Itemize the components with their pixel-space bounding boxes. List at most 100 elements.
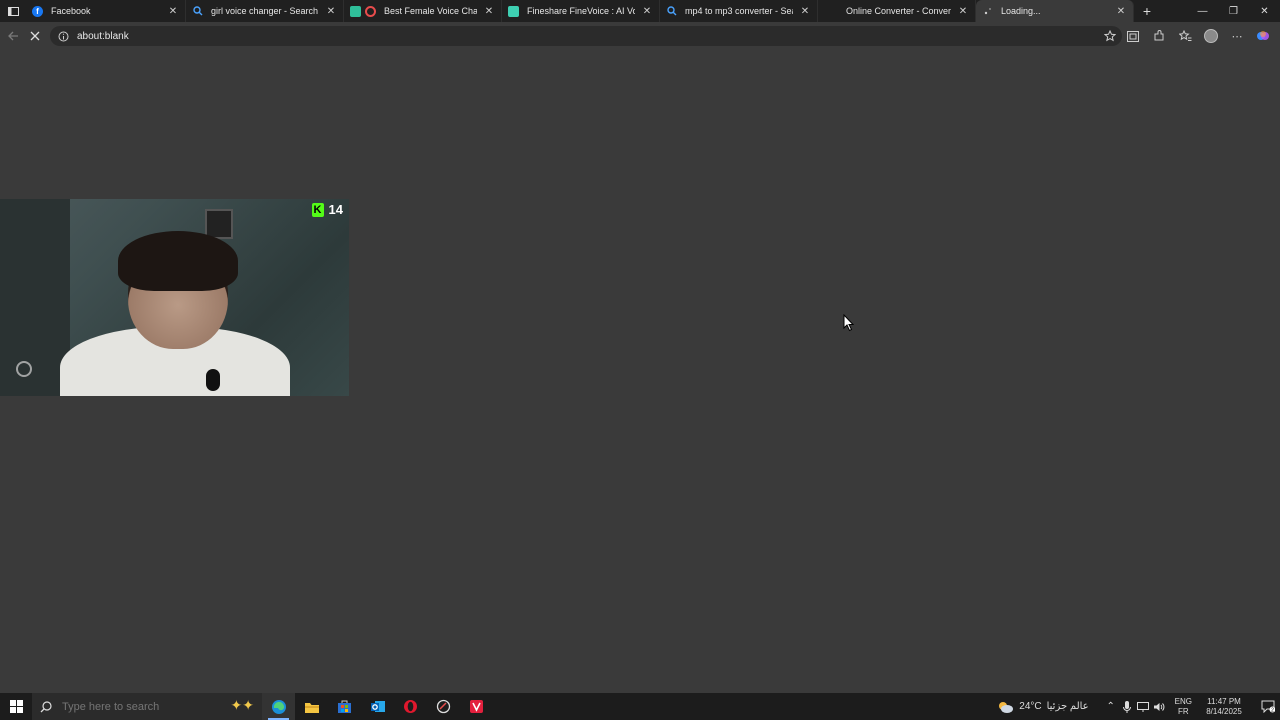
watermark-logo-icon [16, 361, 32, 377]
profile-button[interactable] [1200, 25, 1222, 47]
puzzle-icon [1154, 30, 1164, 41]
avatar [1204, 29, 1218, 43]
tab-girl-voice-search[interactable]: girl voice changer - Search ✕ [186, 0, 344, 22]
close-icon[interactable]: ✕ [167, 5, 179, 17]
app-icon [436, 699, 451, 714]
person-hair [118, 231, 238, 291]
search-icon [192, 6, 203, 17]
volume-tray[interactable] [1151, 693, 1167, 720]
tab-title: Loading... [1001, 6, 1041, 16]
facebook-icon: f [32, 5, 43, 17]
system-tray: 24°C عالم جزئيا ⌃ ENG FR 11:47 PM 8/14/2… [996, 693, 1280, 720]
taskbar-app-red[interactable] [460, 693, 493, 720]
copilot-button[interactable] [1252, 25, 1274, 47]
favorites-icon [1178, 30, 1191, 41]
tab-online-converter[interactable]: Online Converter - Convert Imag ✕ [818, 0, 976, 22]
tab-fineshare[interactable]: Fineshare FineVoice : AI Voice Ch ✕ [502, 0, 660, 22]
window-controls: — ❐ ✕ [1187, 0, 1280, 22]
split-screen-button[interactable] [1122, 25, 1144, 47]
taskbar-opera[interactable] [394, 693, 427, 720]
tab-mp4-mp3-search[interactable]: mp4 to mp3 converter - Search ✕ [660, 0, 818, 22]
clock[interactable]: 11:47 PM 8/14/2025 [1200, 697, 1248, 717]
taskbar-app-circle[interactable] [427, 693, 460, 720]
viewer-badge: K 14 [311, 202, 343, 217]
restore-button[interactable]: ❐ [1218, 0, 1249, 22]
headset-mic [206, 369, 220, 391]
microphone-icon [1122, 700, 1131, 713]
fineshare-icon [508, 5, 519, 17]
tab-loading[interactable]: Loading... ✕ [976, 0, 1134, 22]
tab-actions-button[interactable] [0, 0, 26, 22]
address-bar[interactable] [50, 26, 1122, 46]
taskbar-outlook[interactable] [361, 693, 394, 720]
microphone-tray[interactable] [1119, 693, 1135, 720]
taskbar-store[interactable] [328, 693, 361, 720]
windows-icon [9, 700, 23, 713]
stop-icon [30, 31, 40, 41]
sparkle-icon: ✦✦ [230, 697, 254, 713]
close-icon[interactable]: ✕ [957, 5, 969, 17]
search-icon [666, 6, 677, 17]
taskbar-search-input[interactable] [60, 699, 210, 714]
taskbar-search[interactable]: ✦✦ [32, 693, 262, 720]
split-screen-icon [1127, 30, 1139, 42]
viewer-count: 14 [328, 202, 343, 217]
taskbar-file-explorer[interactable] [295, 693, 328, 720]
favorite-star-icon[interactable] [1104, 30, 1116, 42]
weather-widget[interactable]: 24°C عالم جزئيا [996, 700, 1089, 714]
back-button[interactable] [2, 25, 24, 47]
minimize-button[interactable]: — [1187, 0, 1218, 22]
clock-date: 8/14/2025 [1206, 706, 1242, 716]
close-icon[interactable]: ✕ [799, 5, 811, 17]
taskbar-edge[interactable] [262, 693, 295, 720]
show-hidden-icons-button[interactable]: ⌃ [1103, 693, 1119, 720]
close-icon[interactable]: ✕ [641, 5, 653, 17]
tab-title: Best Female Voice Changer | [384, 6, 477, 16]
more-options-button[interactable]: ⋯ [1226, 25, 1248, 47]
close-icon[interactable]: ✕ [483, 5, 495, 17]
stop-loading-button[interactable] [24, 25, 46, 47]
close-icon[interactable]: ✕ [1115, 5, 1127, 17]
watermark [8, 361, 40, 379]
lang-secondary: FR [1177, 706, 1189, 716]
mouse-cursor-icon [843, 314, 855, 332]
webcam-overlay: K 14 [0, 199, 349, 396]
lang-primary: ENG [1174, 696, 1192, 706]
tab-title: girl voice changer - Search [211, 6, 319, 16]
start-button[interactable] [0, 693, 32, 720]
edge-icon [271, 699, 286, 714]
svg-text:2: 2 [1271, 707, 1274, 713]
extensions-button[interactable] [1148, 25, 1170, 47]
new-tab-button[interactable]: + [1134, 3, 1160, 19]
volume-icon [1153, 702, 1165, 711]
folder-icon [304, 702, 319, 713]
tab-best-female-voice[interactable]: Best Female Voice Changer | ✕ [344, 0, 502, 22]
opera-icon [404, 700, 417, 713]
store-icon [338, 700, 351, 713]
copilot-icon [1257, 31, 1269, 40]
close-icon[interactable]: ✕ [325, 5, 337, 17]
browser-toolbar: ⋯ [0, 22, 1280, 50]
page-content: K 14 [0, 50, 1280, 693]
url-input[interactable] [75, 29, 975, 43]
notifications-button[interactable]: 2 [1256, 693, 1280, 720]
loading-icon [982, 6, 993, 17]
network-icon [1136, 701, 1149, 712]
more-icon: ⋯ [1231, 30, 1243, 43]
favorites-button[interactable] [1174, 25, 1196, 47]
tab-title: Facebook [51, 6, 91, 16]
arrow-left-icon [7, 31, 18, 41]
network-tray[interactable] [1135, 693, 1151, 720]
close-window-button[interactable]: ✕ [1249, 0, 1280, 22]
notification-icon: 2 [1261, 700, 1275, 713]
tab-title: Online Converter - Convert Imag [846, 6, 951, 16]
language-indicator[interactable]: ENG FR [1175, 697, 1192, 717]
search-icon [40, 700, 52, 712]
tab-strip: f Facebook ✕ girl voice changer - Search… [0, 0, 1280, 22]
kick-icon: K [311, 202, 324, 217]
partly-cloudy-icon [999, 701, 1014, 713]
toolbar-right: ⋯ [1122, 25, 1274, 47]
outlook-icon [370, 701, 385, 712]
tab-facebook[interactable]: f Facebook ✕ [26, 0, 186, 22]
tab-title: Fineshare FineVoice : AI Voice Ch [527, 6, 635, 16]
